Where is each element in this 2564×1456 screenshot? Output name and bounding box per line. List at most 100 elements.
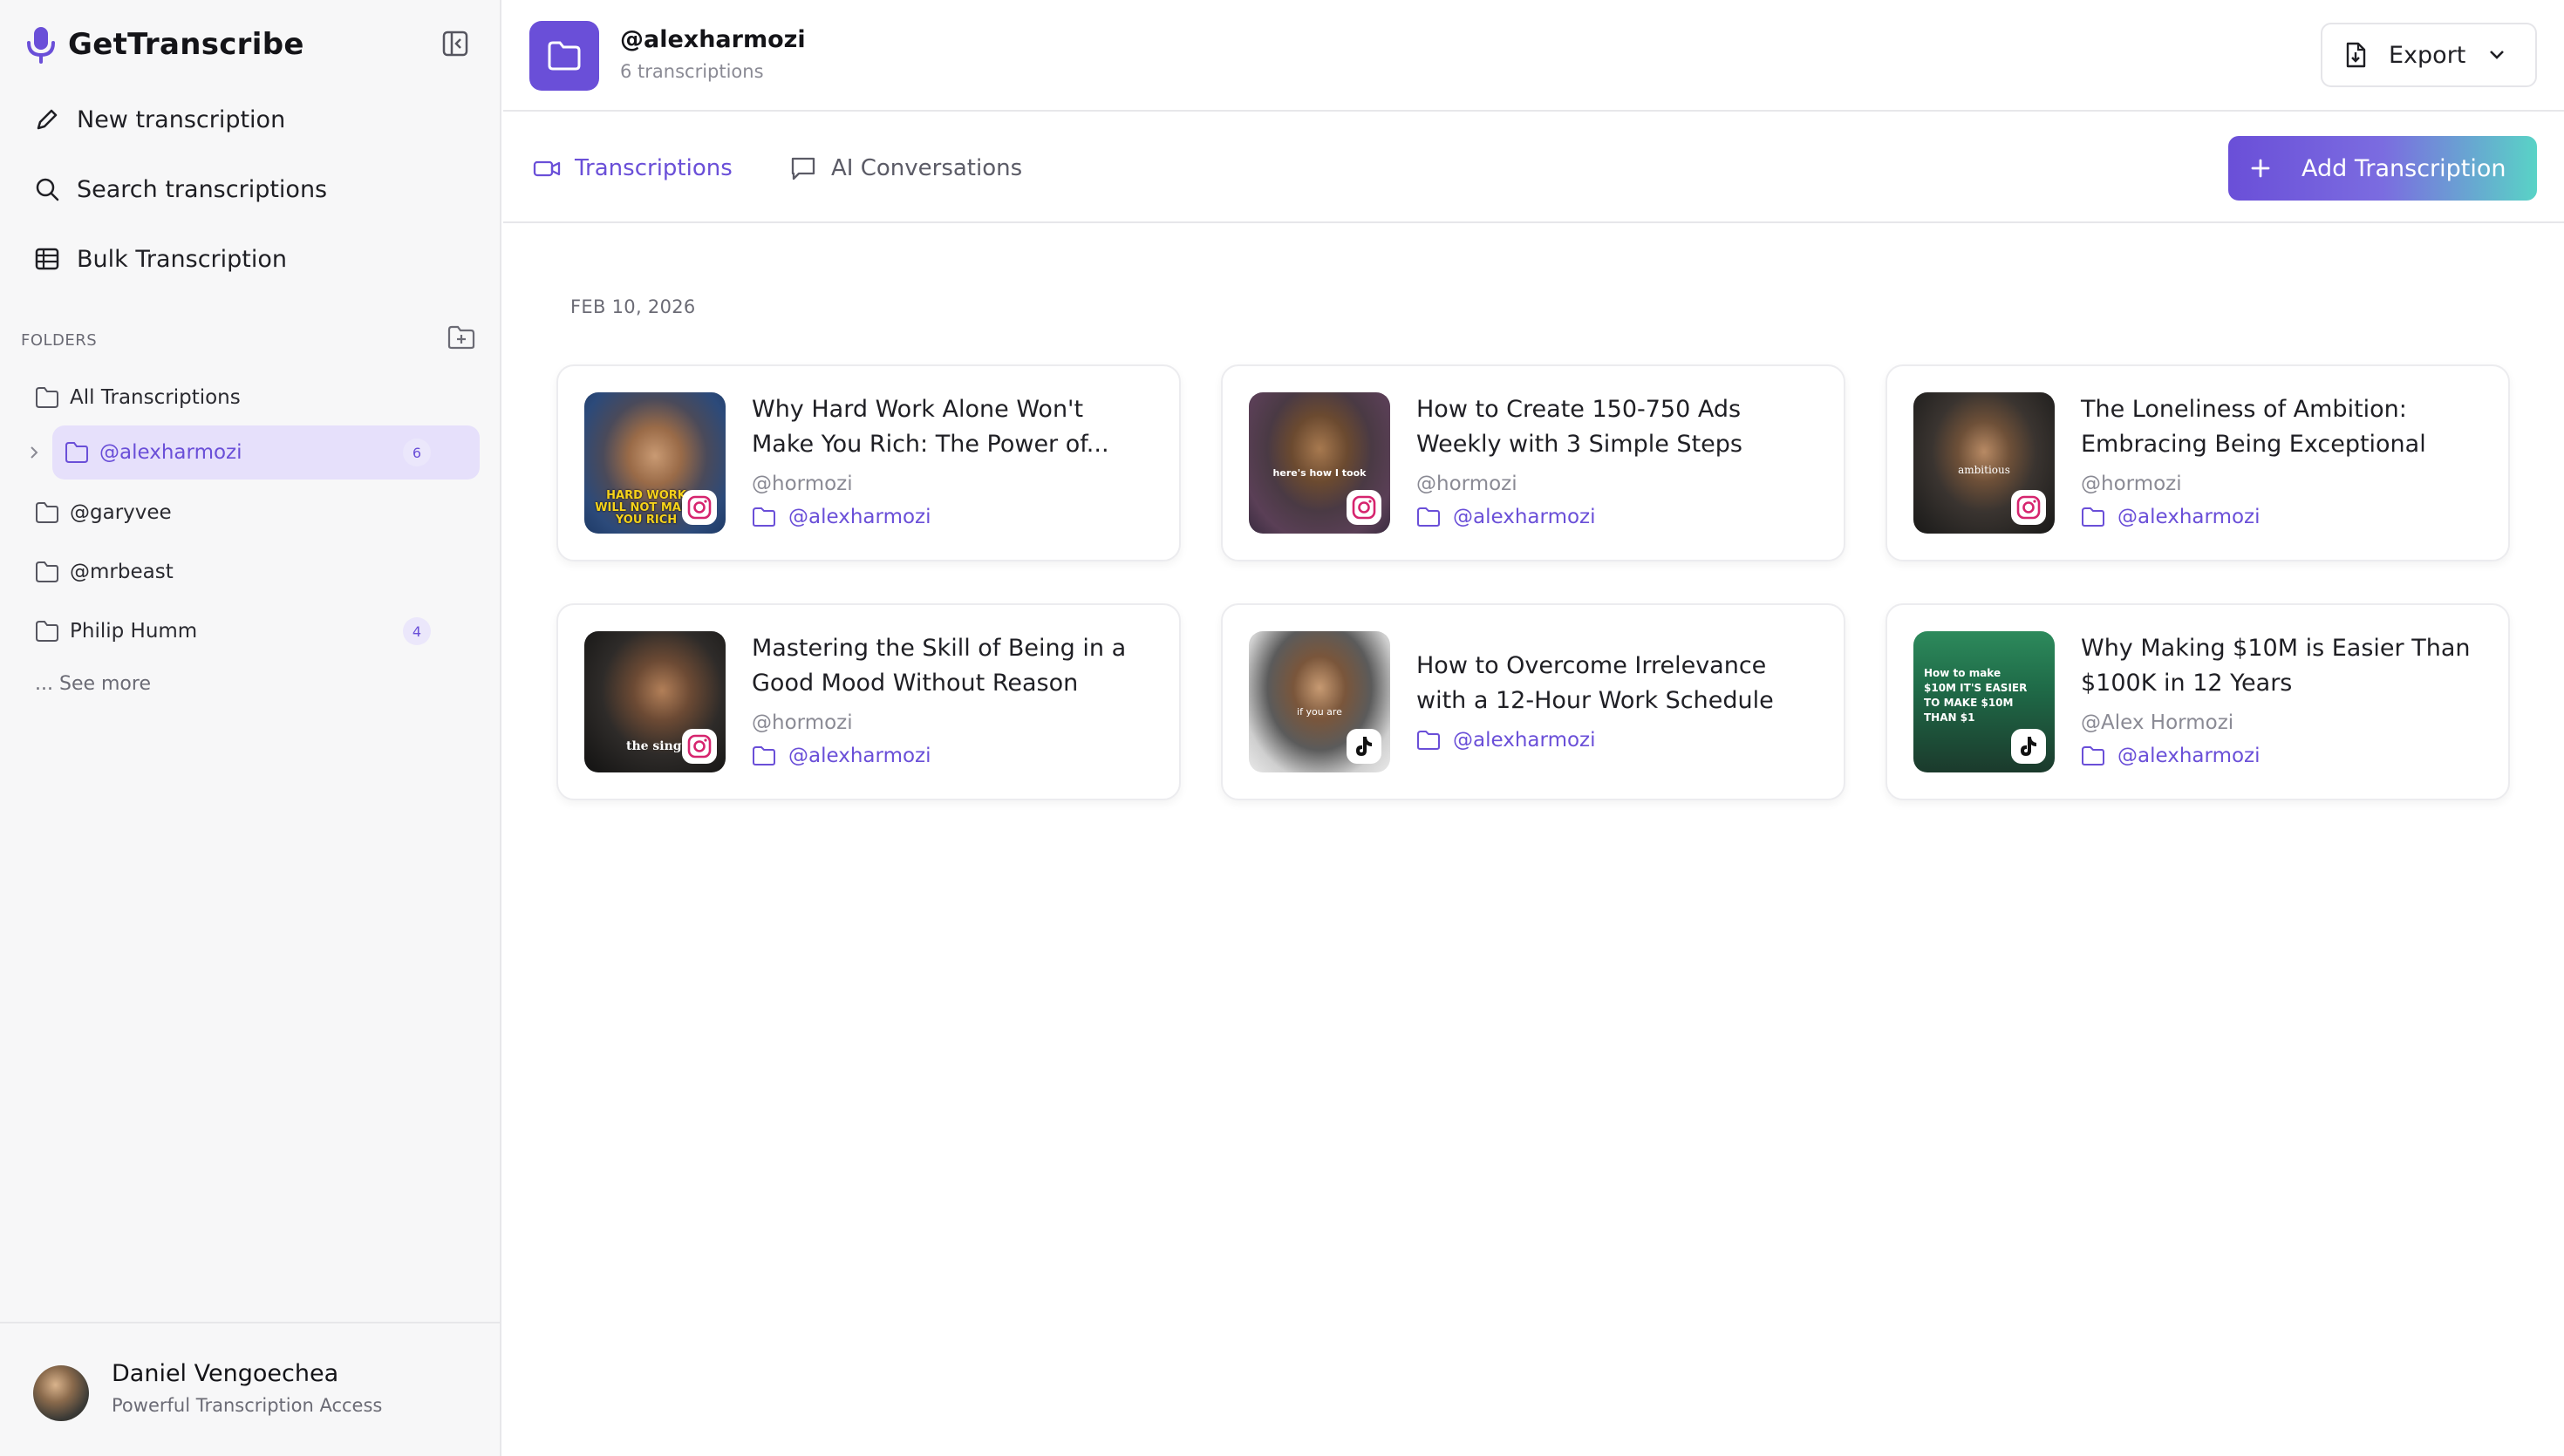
card-author: @hormozi bbox=[752, 711, 853, 734]
add-transcription-button[interactable]: Add Transcription bbox=[2228, 136, 2537, 201]
user-plan: Powerful Transcription Access bbox=[112, 1395, 383, 1416]
folder-count-badge: 6 bbox=[403, 439, 431, 466]
folder-tile-icon bbox=[529, 21, 599, 91]
date-group-label: FEB 10, 2026 bbox=[570, 296, 696, 317]
collapse-sidebar-icon[interactable] bbox=[441, 30, 469, 58]
folder-philip-humm[interactable]: Philip Humm 4 bbox=[35, 610, 480, 652]
folder-garyvee[interactable]: @garyvee bbox=[35, 492, 480, 534]
card-author: @hormozi bbox=[1416, 473, 1517, 495]
folder-mrbeast[interactable]: @mrbeast bbox=[35, 551, 480, 593]
card-author: @Alex Hormozi bbox=[2081, 711, 2234, 734]
card-title: How to Overcome Irrelevance with a 12-Hou… bbox=[1416, 649, 1826, 718]
card-folder-link[interactable]: @alexharmozi bbox=[752, 745, 931, 767]
card-title-line: How to Create 150-750 Ads bbox=[1416, 396, 1742, 423]
card-folder-link[interactable]: @alexharmozi bbox=[1416, 729, 1596, 752]
tab-transcriptions[interactable]: Transcriptions bbox=[533, 150, 733, 187]
card-folder-link[interactable]: @alexharmozi bbox=[2081, 745, 2261, 767]
card-title-line: The Loneliness of Ambition: bbox=[2081, 396, 2407, 423]
pencil-icon bbox=[33, 105, 61, 133]
page-title: @alexharmozi bbox=[620, 26, 806, 53]
see-more-link[interactable]: ... See more bbox=[35, 673, 151, 695]
video-thumbnail: HARD WORK WILL NOT MAKE YOU RICH bbox=[584, 392, 726, 534]
add-transcription-label: Add Transcription bbox=[2301, 154, 2506, 182]
nav-bulk-label: Bulk Transcription bbox=[77, 245, 288, 273]
card-title-line: Why Making $10M is Easier Than bbox=[2081, 635, 2471, 662]
thumbnail-caption: here's how I took bbox=[1272, 467, 1367, 479]
sidebar: GetTranscribe New transcription Search t… bbox=[0, 0, 501, 1456]
search-icon bbox=[33, 175, 61, 203]
card-title-line: Embracing Being Exceptional bbox=[2081, 431, 2426, 458]
card-title-line: How to Overcome Irrelevance bbox=[1416, 652, 1767, 679]
card-folder-label: @alexharmozi bbox=[788, 506, 931, 528]
folder-label: All Transcriptions bbox=[70, 386, 241, 409]
folder-icon bbox=[35, 386, 59, 409]
transcription-card[interactable]: here's how I took How to Create 150-750 … bbox=[1221, 364, 1845, 561]
tab-label: AI Conversations bbox=[831, 155, 1023, 181]
folder-icon bbox=[2081, 507, 2105, 527]
folder-all-transcriptions[interactable]: All Transcriptions bbox=[35, 377, 480, 418]
folder-icon bbox=[752, 507, 776, 527]
export-button[interactable]: Export bbox=[2321, 23, 2537, 87]
card-author: @hormozi bbox=[752, 473, 853, 495]
nav-search-label: Search transcriptions bbox=[77, 175, 328, 203]
brand-name: GetTranscribe bbox=[68, 27, 304, 62]
chevron-right-icon[interactable] bbox=[26, 445, 42, 460]
card-title-line: Weekly with 3 Simple Steps bbox=[1416, 431, 1742, 458]
instagram-icon bbox=[2011, 490, 2046, 525]
transcription-card[interactable]: the single Mastering the Skill of Being … bbox=[556, 603, 1181, 800]
table-icon bbox=[33, 245, 61, 273]
instagram-icon bbox=[682, 490, 717, 525]
card-title: Mastering the Skill of Being in a Good Mo… bbox=[752, 631, 1162, 701]
card-folder-label: @alexharmozi bbox=[2117, 506, 2261, 528]
transcription-card[interactable]: ambitious The Loneliness of Ambition: Emb… bbox=[1885, 364, 2510, 561]
nav-bulk-transcription[interactable]: Bulk Transcription bbox=[33, 239, 287, 279]
folder-alexharmozi[interactable]: @alexharmozi 6 bbox=[52, 425, 480, 480]
transcription-card[interactable]: HARD WORK WILL NOT MAKE YOU RICH Why Har… bbox=[556, 364, 1181, 561]
thumbnail-caption: if you are bbox=[1297, 706, 1342, 718]
card-title: Why Making $10M is Easier Than $100K in 1… bbox=[2081, 631, 2491, 701]
nav-new-label: New transcription bbox=[77, 105, 286, 133]
transcription-card[interactable]: How to make $10M IT'S EASIER TO MAKE $10… bbox=[1885, 603, 2510, 800]
chat-bubble-icon bbox=[789, 155, 817, 181]
tab-ai-conversations[interactable]: AI Conversations bbox=[789, 150, 1022, 187]
folder-icon bbox=[35, 501, 59, 524]
card-folder-link[interactable]: @alexharmozi bbox=[752, 506, 931, 528]
add-folder-icon[interactable] bbox=[447, 324, 476, 350]
folders-heading: FOLDERS bbox=[21, 331, 98, 350]
card-title-line: Make You Rich: The Power of... bbox=[752, 431, 1109, 458]
card-title-line: Why Hard Work Alone Won't bbox=[752, 396, 1084, 423]
video-thumbnail: the single bbox=[584, 631, 726, 772]
folder-icon bbox=[1416, 730, 1441, 751]
microphone-icon bbox=[26, 25, 56, 64]
transcription-card[interactable]: if you are How to Overcome Irrelevance wi… bbox=[1221, 603, 1845, 800]
card-title-line: Good Mood Without Reason bbox=[752, 670, 1079, 697]
instagram-icon bbox=[682, 729, 717, 764]
chevron-down-icon bbox=[2486, 44, 2507, 65]
avatar bbox=[33, 1365, 89, 1421]
file-download-icon bbox=[2342, 41, 2370, 69]
folder-label: @garyvee bbox=[70, 501, 172, 524]
tab-label: Transcriptions bbox=[575, 155, 733, 181]
thumbnail-caption: ambitious bbox=[1958, 464, 2010, 476]
video-thumbnail: here's how I took bbox=[1249, 392, 1390, 534]
nav-search-transcriptions[interactable]: Search transcriptions bbox=[33, 169, 327, 209]
nav-new-transcription[interactable]: New transcription bbox=[33, 99, 285, 139]
brand[interactable]: GetTranscribe bbox=[26, 21, 304, 68]
card-folder-label: @alexharmozi bbox=[1453, 506, 1596, 528]
thumbnail-caption: How to make $10M IT'S EASIER TO MAKE $10… bbox=[1924, 667, 2028, 724]
tiktok-icon bbox=[1347, 729, 1381, 764]
video-thumbnail: if you are bbox=[1249, 631, 1390, 772]
card-title: How to Create 150-750 Ads Weekly with 3 S… bbox=[1416, 392, 1826, 462]
user-profile[interactable]: Daniel Vengoechea Powerful Transcription… bbox=[0, 1322, 501, 1456]
export-label: Export bbox=[2389, 41, 2466, 69]
card-folder-label: @alexharmozi bbox=[1453, 729, 1596, 752]
folder-icon bbox=[1416, 507, 1441, 527]
card-title-line: $100K in 12 Years bbox=[2081, 670, 2293, 697]
folder-icon bbox=[65, 441, 89, 464]
card-folder-link[interactable]: @alexharmozi bbox=[1416, 506, 1596, 528]
card-folder-label: @alexharmozi bbox=[2117, 745, 2261, 767]
card-author: @hormozi bbox=[2081, 473, 2182, 495]
plus-icon bbox=[2247, 155, 2274, 181]
tab-bar: Transcriptions AI Conversations Add Tran… bbox=[503, 113, 2564, 223]
card-folder-link[interactable]: @alexharmozi bbox=[2081, 506, 2261, 528]
